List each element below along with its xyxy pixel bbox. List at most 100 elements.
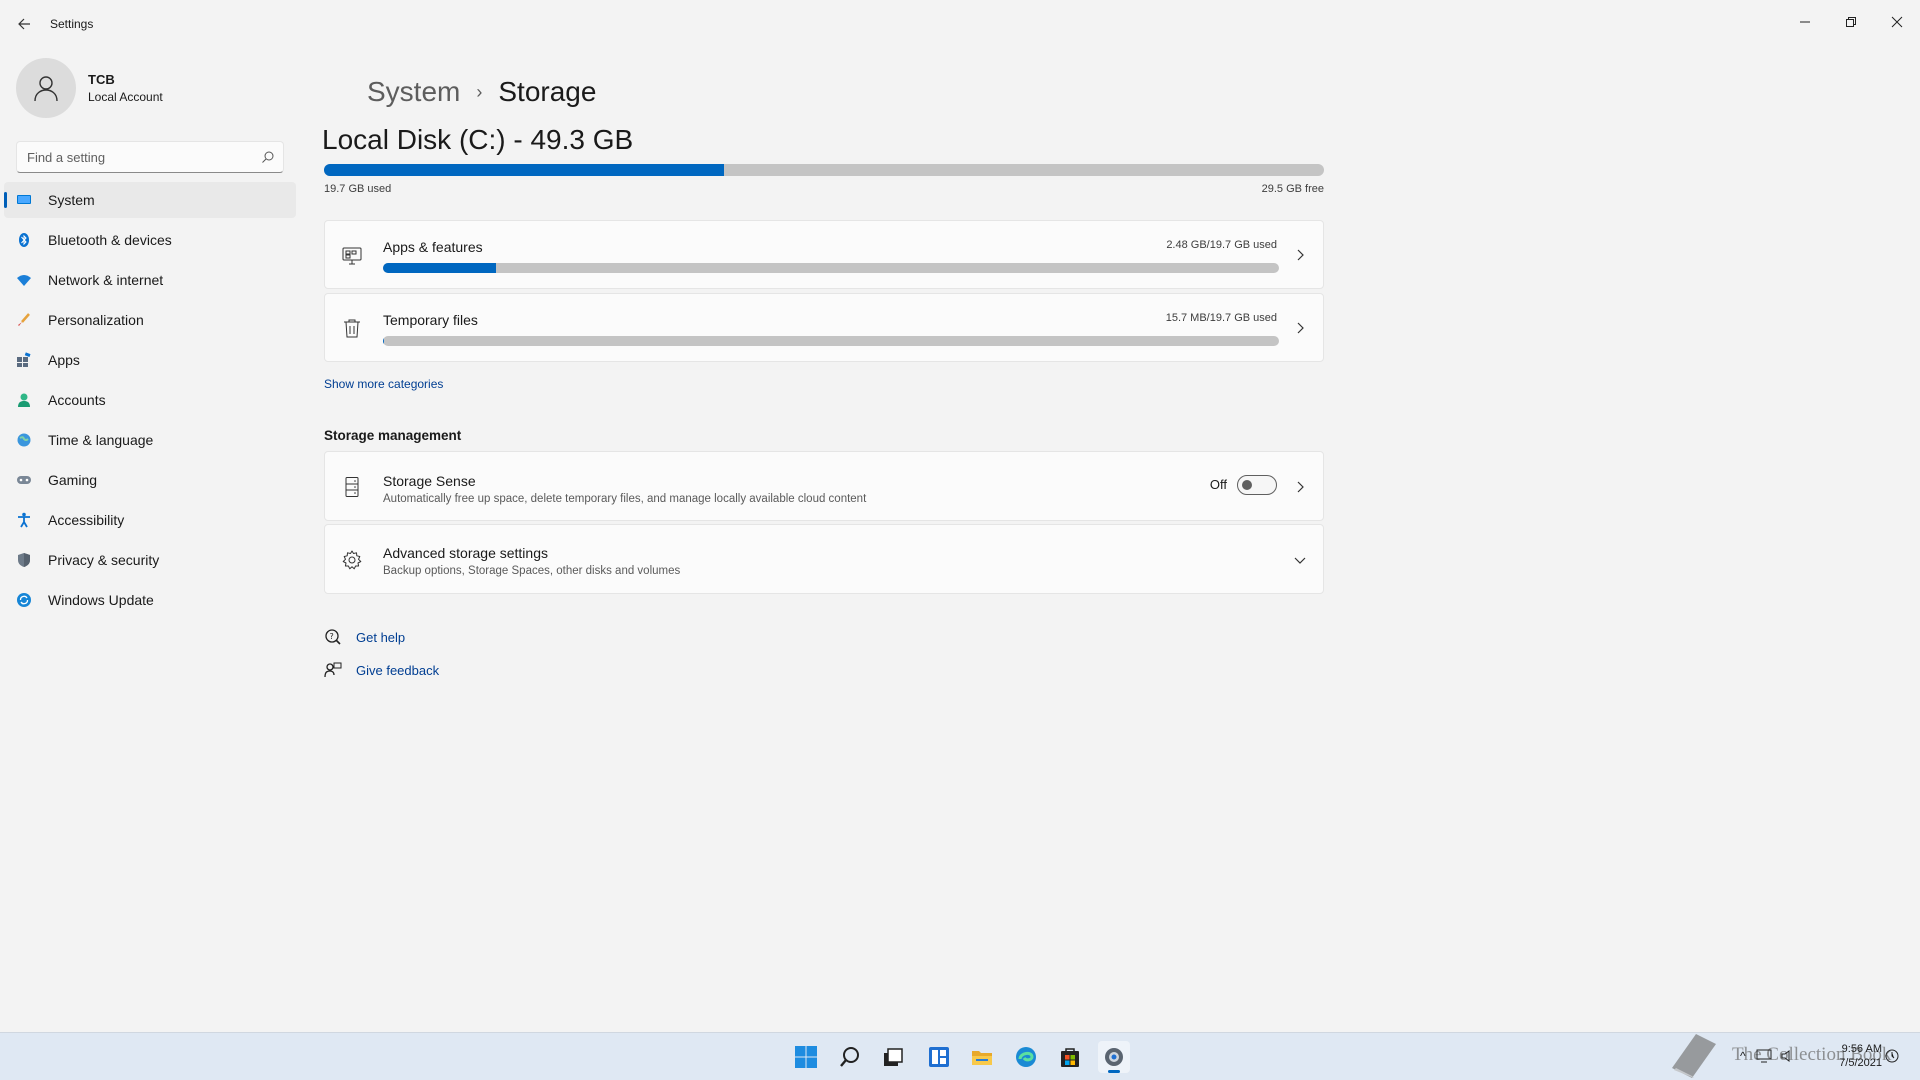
storage-sense-toggle[interactable] bbox=[1237, 475, 1277, 495]
back-button[interactable] bbox=[12, 12, 36, 36]
category-temporary-files[interactable]: Temporary files 15.7 MB/19.7 GB used bbox=[324, 293, 1324, 362]
sidebar-item-accounts[interactable]: Accounts bbox=[4, 382, 296, 418]
category-usage-bar bbox=[383, 263, 1279, 273]
globe-icon bbox=[16, 432, 32, 448]
sidebar-item-gaming[interactable]: Gaming bbox=[4, 462, 296, 498]
search-icon[interactable] bbox=[261, 150, 275, 164]
chevron-up-icon[interactable]: ^ bbox=[1740, 1049, 1746, 1063]
disk-title: Local Disk (C:) - 49.3 GB bbox=[322, 124, 634, 155]
breadcrumb-parent[interactable]: System bbox=[367, 76, 460, 108]
avatar bbox=[16, 58, 76, 118]
chevron-down-icon bbox=[1293, 553, 1307, 567]
start-icon bbox=[795, 1046, 817, 1068]
chevron-right-icon bbox=[1293, 248, 1307, 262]
edge-button[interactable] bbox=[1010, 1041, 1042, 1073]
chevron-right-icon bbox=[1293, 480, 1307, 494]
chevron-right-icon bbox=[1293, 321, 1307, 335]
close-button[interactable] bbox=[1874, 6, 1920, 38]
disk-used-label: 19.7 GB used bbox=[324, 183, 392, 195]
task-view-icon bbox=[884, 1048, 903, 1066]
user-profile[interactable]: TCB Local Account bbox=[16, 58, 286, 118]
task-view-button[interactable] bbox=[877, 1041, 909, 1073]
page-title: Storage bbox=[498, 76, 597, 107]
search-box[interactable] bbox=[16, 141, 284, 173]
storage-sense-icon bbox=[341, 476, 363, 498]
volume-icon[interactable] bbox=[1780, 1049, 1796, 1063]
advanced-storage-title: Advanced storage settings bbox=[383, 545, 548, 561]
start-button[interactable] bbox=[790, 1041, 822, 1073]
sidebar-item-privacy[interactable]: Privacy & security bbox=[4, 542, 296, 578]
clock-time: 9:56 AM bbox=[1841, 1043, 1882, 1055]
sidebar-item-windows-update[interactable]: Windows Update bbox=[4, 582, 296, 618]
disk-usage-fill bbox=[324, 164, 724, 176]
taskbar-clock[interactable]: 9:56 AM 7/5/2021 bbox=[1839, 1042, 1882, 1070]
sidebar-item-bluetooth[interactable]: Bluetooth & devices bbox=[4, 222, 296, 258]
sidebar-item-label: System bbox=[48, 192, 95, 208]
taskbar bbox=[0, 1032, 1920, 1080]
edge-icon bbox=[1016, 1047, 1036, 1067]
sidebar-item-system[interactable]: System bbox=[4, 182, 296, 218]
widgets-button[interactable] bbox=[923, 1041, 955, 1073]
storage-sense-title: Storage Sense bbox=[383, 473, 476, 489]
system-tray: ^ bbox=[1740, 1046, 1796, 1066]
title-bar: Settings bbox=[0, 0, 1920, 48]
clock-date: 7/5/2021 bbox=[1839, 1057, 1882, 1069]
search-input[interactable] bbox=[17, 142, 247, 172]
profile-account-type: Local Account bbox=[88, 90, 163, 104]
category-usage: 15.7 MB/19.7 GB used bbox=[1165, 312, 1277, 324]
storage-sense-toggle-label: Off bbox=[1209, 477, 1227, 492]
file-explorer-button[interactable] bbox=[966, 1041, 998, 1073]
sidebar-item-personalization[interactable]: Personalization bbox=[4, 302, 296, 338]
file-explorer-icon bbox=[972, 1051, 992, 1065]
update-icon bbox=[16, 592, 32, 608]
accessibility-icon bbox=[16, 512, 32, 528]
storage-sense-description: Automatically free up space, delete temp… bbox=[383, 493, 867, 505]
category-title: Apps & features bbox=[383, 239, 483, 255]
sidebar-item-label: Gaming bbox=[48, 472, 98, 488]
category-usage: 2.48 GB/19.7 GB used bbox=[1166, 239, 1277, 251]
settings-taskbar-button[interactable] bbox=[1098, 1041, 1130, 1073]
back-arrow-icon bbox=[18, 18, 30, 30]
search-icon bbox=[840, 1047, 859, 1067]
store-button[interactable] bbox=[1054, 1041, 1086, 1073]
category-title: Temporary files bbox=[383, 312, 478, 328]
toggle-knob bbox=[1242, 480, 1252, 490]
category-usage-fill bbox=[383, 336, 385, 346]
feedback-icon bbox=[324, 661, 342, 679]
apps-icon bbox=[16, 352, 32, 368]
profile-name: TCB bbox=[88, 72, 115, 87]
get-help-link[interactable]: ? Get help bbox=[324, 628, 405, 646]
trash-icon bbox=[341, 317, 363, 339]
restore-button[interactable] bbox=[1828, 6, 1874, 38]
system-icon bbox=[16, 192, 32, 208]
sidebar-item-label: Apps bbox=[48, 352, 80, 368]
sidebar-nav: System Bluetooth & devices Network & int… bbox=[4, 182, 296, 622]
network-icon[interactable] bbox=[1756, 1049, 1772, 1063]
sidebar-item-network[interactable]: Network & internet bbox=[4, 262, 296, 298]
sidebar-item-apps[interactable]: Apps bbox=[4, 342, 296, 378]
widgets-icon bbox=[929, 1047, 949, 1067]
disk-free-label: 29.5 GB free bbox=[1261, 183, 1324, 195]
show-more-categories-link[interactable]: Show more categories bbox=[324, 377, 443, 391]
give-feedback-link[interactable]: Give feedback bbox=[324, 661, 439, 679]
sidebar-item-label: Bluetooth & devices bbox=[48, 232, 172, 248]
storage-sense-card[interactable]: Storage Sense Automatically free up spac… bbox=[324, 451, 1324, 521]
give-feedback-label: Give feedback bbox=[356, 662, 440, 678]
sidebar-item-time-language[interactable]: Time & language bbox=[4, 422, 296, 458]
category-usage-bar bbox=[383, 336, 1279, 346]
sidebar-item-label: Network & internet bbox=[48, 272, 164, 288]
sidebar-item-label: Personalization bbox=[48, 312, 144, 328]
sidebar-item-accessibility[interactable]: Accessibility bbox=[4, 502, 296, 538]
category-apps-features[interactable]: Apps & features 2.48 GB/19.7 GB used bbox=[324, 220, 1324, 289]
get-help-label: Get help bbox=[356, 629, 406, 645]
apps-features-icon bbox=[341, 244, 363, 266]
advanced-storage-settings-card[interactable]: Advanced storage settings Backup options… bbox=[324, 524, 1324, 594]
person-avatar-icon bbox=[34, 76, 58, 102]
sidebar-item-label: Time & language bbox=[48, 432, 154, 448]
sidebar-item-label: Accounts bbox=[48, 392, 106, 408]
notification-icon[interactable] bbox=[1884, 1048, 1900, 1064]
taskbar-search-button[interactable] bbox=[834, 1041, 866, 1073]
sidebar-item-label: Windows Update bbox=[48, 592, 154, 608]
bluetooth-icon bbox=[16, 232, 32, 248]
minimize-button[interactable] bbox=[1782, 6, 1828, 38]
